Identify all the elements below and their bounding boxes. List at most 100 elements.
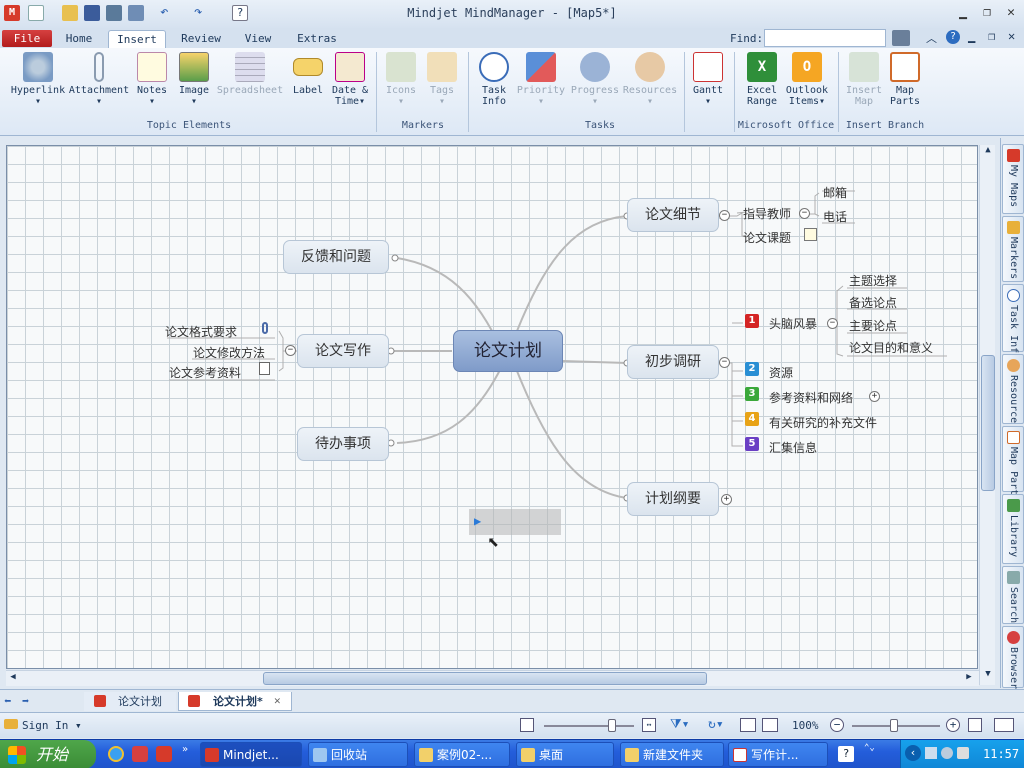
priority-button[interactable]: Priority ▾ bbox=[516, 52, 566, 107]
scroll-up-arrow[interactable]: ▲ bbox=[981, 145, 995, 159]
vertical-scroll-thumb[interactable] bbox=[981, 355, 995, 491]
new-topic-placeholder[interactable] bbox=[469, 509, 561, 535]
subtopic-email[interactable]: 邮箱 bbox=[823, 184, 847, 201]
subtopic-supplement[interactable]: 有关研究的补充文件 bbox=[769, 414, 877, 431]
pane-tab-my-maps[interactable]: My Maps bbox=[1002, 144, 1024, 214]
sign-in-link[interactable]: Sign In ▾ bbox=[22, 719, 82, 732]
scroll-left-arrow[interactable]: ◀ bbox=[6, 672, 20, 686]
central-topic[interactable]: 论文计划 bbox=[453, 330, 563, 372]
chevron-up-icon[interactable]: ︿ bbox=[926, 30, 937, 46]
map-parts-button[interactable]: Map Parts bbox=[886, 52, 924, 107]
filter-icon[interactable]: ⧩▾ bbox=[670, 717, 689, 732]
doc-minimize-button[interactable]: ▁ bbox=[968, 29, 975, 43]
taskbar-case-folder[interactable]: 案例02-... bbox=[414, 742, 510, 767]
subtopic-phone[interactable]: 电话 bbox=[823, 208, 847, 225]
topic-research[interactable]: 初步调研 bbox=[627, 345, 719, 379]
subtopic-references-web[interactable]: 参考资料和网络 bbox=[769, 389, 853, 406]
layout-slider-handle[interactable] bbox=[608, 719, 616, 732]
mindmanager-launch-icon[interactable] bbox=[156, 746, 172, 762]
help-taskbar-icon[interactable]: ? bbox=[838, 746, 854, 762]
topic-outline[interactable]: 计划纲要 bbox=[627, 482, 719, 516]
clock[interactable]: 11:57 bbox=[983, 747, 1019, 761]
taskbar-expand-icon[interactable]: ⌃⌄ bbox=[864, 743, 875, 753]
tab-scroll-right-icon[interactable]: ➡ bbox=[22, 694, 29, 708]
restore-button[interactable]: ❐ bbox=[976, 4, 998, 22]
zoom-out-button[interactable]: − bbox=[830, 718, 844, 732]
binoculars-icon[interactable] bbox=[892, 30, 910, 46]
outlook-items-button[interactable]: O Outlook Items▾ bbox=[784, 52, 830, 107]
icons-button[interactable]: Icons ▾ bbox=[382, 52, 420, 107]
subtopic-format[interactable]: 论文格式要求 bbox=[165, 323, 237, 340]
subtopic-resources[interactable]: 资源 bbox=[769, 364, 793, 381]
pane-tab-resources[interactable]: Resource bbox=[1002, 354, 1024, 424]
subtopic-main-thesis[interactable]: 主要论点 bbox=[849, 317, 897, 334]
close-tab-icon[interactable]: ✕ bbox=[274, 694, 281, 707]
task-info-button[interactable]: Task Info bbox=[474, 52, 514, 107]
gantt-button[interactable]: Gantt ▾ bbox=[690, 52, 726, 107]
volume-icon[interactable] bbox=[957, 747, 969, 759]
zoom-in-button[interactable]: + bbox=[946, 718, 960, 732]
subtopic-topic[interactable]: 论文课题 bbox=[743, 229, 791, 246]
progress-button[interactable]: Progress ▾ bbox=[570, 52, 620, 107]
horizontal-scroll-thumb[interactable] bbox=[263, 672, 707, 685]
tab-scroll-left-icon[interactable]: ⬅ bbox=[4, 694, 11, 708]
topic-details[interactable]: 论文细节 bbox=[627, 198, 719, 232]
subtopic-brainstorm[interactable]: 头脑风暴 bbox=[769, 315, 817, 332]
view-toggle-icon[interactable] bbox=[994, 718, 1014, 732]
tab-insert[interactable]: Insert bbox=[108, 30, 166, 48]
pane-tab-task-info[interactable]: Task Inf bbox=[1002, 284, 1024, 353]
date-time-button[interactable]: Date & Time▾ bbox=[330, 52, 370, 107]
fit-map-icon[interactable] bbox=[520, 718, 534, 732]
subtopic-advisor[interactable]: 指导教师 bbox=[743, 205, 791, 222]
refresh-icon[interactable]: ↻▾ bbox=[708, 717, 724, 732]
hyperlink-button[interactable]: Hyperlink ▾ bbox=[8, 52, 68, 107]
find-input[interactable] bbox=[764, 29, 886, 47]
tab-review[interactable]: Review bbox=[176, 30, 226, 48]
collapse-brainstorm-toggle[interactable]: − bbox=[827, 318, 838, 329]
subtopic-purpose[interactable]: 论文目的和意义 bbox=[849, 339, 933, 356]
taskbar-mindjet[interactable]: Mindjet... bbox=[200, 742, 302, 767]
collapse-advisor-toggle[interactable]: − bbox=[799, 208, 810, 219]
subtopic-theme[interactable]: 主题选择 bbox=[849, 272, 897, 289]
notes-button[interactable]: Notes ▾ bbox=[134, 52, 170, 107]
network-icon[interactable] bbox=[925, 747, 937, 759]
spreadsheet-button[interactable]: Spreadsheet bbox=[216, 52, 284, 96]
pane-tab-search[interactable]: Search bbox=[1002, 566, 1024, 624]
doc-restore-button[interactable]: ❐ bbox=[988, 29, 995, 43]
quicklaunch-more-icon[interactable]: » bbox=[182, 744, 188, 755]
taskbar-new-folder[interactable]: 新建文件夹 bbox=[620, 742, 724, 767]
pane-tab-map-parts[interactable]: Map Part bbox=[1002, 426, 1024, 495]
help-circle-icon[interactable]: ? bbox=[946, 30, 960, 44]
resources-button[interactable]: Resources ▾ bbox=[622, 52, 678, 107]
collapse-writing-toggle[interactable]: − bbox=[285, 345, 296, 356]
pane-tab-browser[interactable]: Browser bbox=[1002, 626, 1024, 689]
pane-tab-markers[interactable]: Markers bbox=[1002, 216, 1024, 282]
topic-todo[interactable]: 待办事项 bbox=[297, 427, 389, 461]
tab-view[interactable]: View bbox=[238, 30, 278, 48]
scroll-down-arrow[interactable]: ▼ bbox=[981, 669, 995, 683]
image-button[interactable]: Image ▾ bbox=[176, 52, 212, 107]
map-canvas[interactable]: 论文计划 反馈和问题 论文写作 待办事项 − 论文格式要求 论文修改方法 论文参… bbox=[6, 145, 978, 669]
scroll-right-arrow[interactable]: ▶ bbox=[962, 672, 976, 686]
expand-width-icon[interactable]: ↔ bbox=[642, 718, 656, 732]
minimize-button[interactable]: ▁ bbox=[952, 4, 974, 22]
subtopic-revision[interactable]: 论文修改方法 bbox=[193, 344, 265, 361]
subtopic-references[interactable]: 论文参考资料 bbox=[169, 364, 241, 381]
excel-range-button[interactable]: X Excel Range bbox=[740, 52, 784, 107]
security-icon[interactable] bbox=[941, 747, 953, 759]
collapse-details-toggle[interactable]: − bbox=[719, 210, 730, 221]
zoom-slider-handle[interactable] bbox=[890, 719, 898, 732]
subtopic-alt-thesis[interactable]: 备选论点 bbox=[849, 294, 897, 311]
layout-slider-track[interactable] bbox=[544, 725, 634, 727]
label-button[interactable]: Label bbox=[290, 52, 326, 96]
taskbar-writing-doc[interactable]: 写作计... bbox=[728, 742, 828, 767]
quicklaunch-app-icon[interactable] bbox=[132, 746, 148, 762]
horizontal-scrollbar[interactable]: ◀ ▶ bbox=[6, 670, 979, 686]
taskbar-recycle-bin[interactable]: 回收站 bbox=[308, 742, 408, 767]
tab-home[interactable]: Home bbox=[58, 30, 100, 48]
insert-map-button[interactable]: Insert Map bbox=[844, 52, 884, 107]
ie-icon[interactable] bbox=[108, 746, 124, 762]
topic-writing[interactable]: 论文写作 bbox=[297, 334, 389, 368]
close-button[interactable]: ✕ bbox=[1000, 4, 1022, 22]
expand-outline-toggle[interactable]: + bbox=[721, 494, 732, 505]
